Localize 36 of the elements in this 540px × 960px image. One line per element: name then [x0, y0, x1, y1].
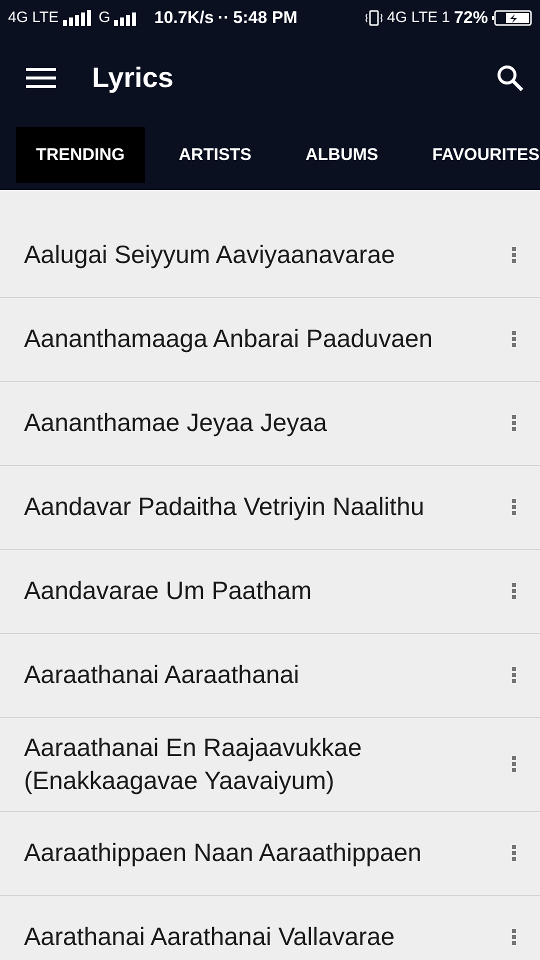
- song-title: Aandavar Padaitha Vetriyin Naalithu: [24, 492, 424, 524]
- song-title: Aananthamaaga Anbarai Paaduvaen: [24, 324, 433, 356]
- vibrate-icon: [365, 10, 384, 26]
- clock-text: 5:48 PM: [233, 7, 298, 30]
- network-label: 4G LTE: [387, 8, 438, 28]
- network-label: 4G LTE: [8, 8, 59, 28]
- sim-label: 1: [442, 8, 450, 28]
- song-title: Aandavarae Um Paatham: [24, 576, 312, 608]
- song-title: Aaraathanai Aaraathanai: [24, 660, 300, 692]
- battery-text: 72%: [454, 7, 488, 30]
- song-row[interactable]: Aalugai Seiyyum Aaviyaanavarae: [0, 214, 540, 298]
- battery-icon: [492, 10, 532, 26]
- song-row[interactable]: Aandavar Padaitha Vetriyin Naalithu: [0, 466, 540, 550]
- app-title: Lyrics: [92, 61, 174, 95]
- song-title: Aananthamae Jeyaa Jeyaa: [24, 408, 327, 440]
- dots-text: ··: [218, 7, 230, 30]
- song-row[interactable]: Aananthamaaga Anbarai Paaduvaen: [0, 298, 540, 382]
- signal-icon: [62, 10, 91, 26]
- tab[interactable]: ALBUMS: [286, 127, 398, 183]
- song-title: Aarathanai Aarathanai Vallavarae: [24, 922, 395, 954]
- network-label: G: [98, 8, 110, 28]
- song-row[interactable]: Aarathanai Aarathanai Vallavarae: [0, 896, 540, 960]
- tab[interactable]: FAVOURITES: [412, 127, 540, 183]
- song-row[interactable]: Aaraathanai En Raajaavukkae (Enakkaagavae Yaavaiyum): [0, 718, 540, 812]
- song-title: Aaraathippaen Naan Aaraathippaen: [24, 838, 422, 870]
- song-row[interactable]: Aandavarae Um Paatham: [0, 550, 540, 634]
- menu-button[interactable]: [26, 66, 56, 90]
- search-button[interactable]: [496, 64, 524, 92]
- song-row[interactable]: Aaraathanai Aaraathanai: [0, 634, 540, 718]
- tab[interactable]: ARTISTS: [158, 127, 272, 183]
- song-row[interactable]: Aananthamae Jeyaa Jeyaa: [0, 382, 540, 466]
- song-title: Aaraathanai En Raajaavukkae (Enakkaagavae Yaavaiyum): [24, 733, 363, 796]
- speed-text: 10.7K/s: [154, 7, 214, 30]
- song-row[interactable]: Aaraathippaen Naan Aaraathippaen: [0, 812, 540, 896]
- tab[interactable]: TRENDING: [16, 127, 145, 183]
- song-title: Aalugai Seiyyum Aaviyaanavarae: [24, 240, 396, 272]
